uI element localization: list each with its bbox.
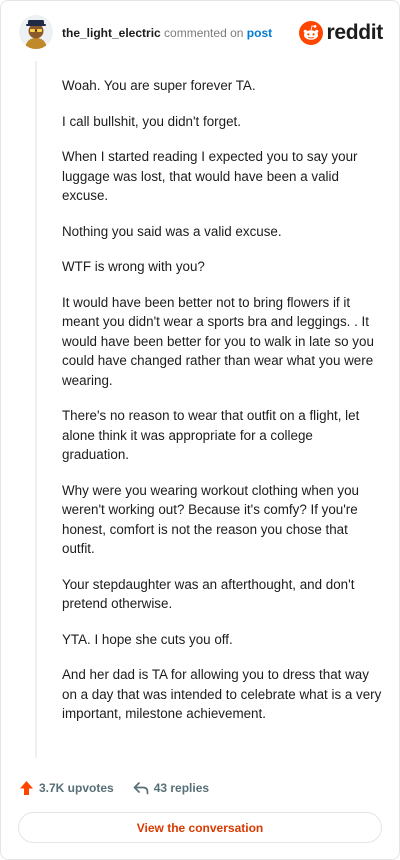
comment-body: Woah. You are super forever TA. I call b… — [62, 76, 382, 740]
comment-paragraph: Your stepdaughter was an afterthought, a… — [62, 576, 355, 612]
byline: the_light_electric commented on post — [62, 26, 272, 40]
comment-paragraph: When I started reading I expected you to… — [62, 149, 358, 203]
avatar[interactable] — [19, 15, 53, 49]
comment-paragraph: I call bullshit, you didn't forget. — [62, 113, 241, 129]
comment-paragraph: Woah. You are super forever TA. — [62, 78, 256, 93]
reddit-logo-icon — [299, 21, 324, 45]
reply-arrow-icon — [133, 782, 149, 795]
comment-paragraph: Nothing you said was a valid excuse. — [62, 223, 282, 239]
byline-verb: commented on — [164, 26, 244, 40]
comment-paragraph: Why were you wearing workout clothing wh… — [62, 482, 359, 557]
comment-paragraph: YTA. I hope she cuts you off. — [62, 631, 233, 647]
comment-header: the_light_electric commented on post red… — [19, 15, 383, 53]
view-conversation-button[interactable]: View the conversation — [18, 812, 382, 843]
post-link[interactable]: post — [247, 26, 272, 40]
view-conversation-label: View the conversation — [136, 820, 264, 835]
username[interactable]: the_light_electric — [62, 26, 161, 40]
comment-actions: 3.7K upvotes 43 replies — [19, 777, 228, 799]
brand-wordmark: reddit — [326, 21, 383, 44]
upvote-arrow-icon — [20, 781, 33, 795]
reddit-brand[interactable]: reddit — [299, 20, 383, 46]
reply-count: 43 replies — [153, 781, 210, 795]
replies-button[interactable]: 43 replies — [133, 781, 209, 795]
comment-card: the_light_electric commented on post red… — [0, 0, 400, 860]
comment-paragraph: WTF is wrong with you? — [62, 259, 205, 274]
thread-line — [35, 61, 37, 758]
comment-paragraph: It would have been better not to bring f… — [62, 294, 374, 388]
upvote-count: 3.7K upvotes — [39, 781, 114, 795]
upvote-button[interactable]: 3.7K upvotes — [19, 780, 114, 796]
comment-paragraph: And her dad is TA for allowing you to dr… — [62, 667, 382, 721]
comment-paragraph: There's no reason to wear that outfit on… — [62, 408, 360, 462]
